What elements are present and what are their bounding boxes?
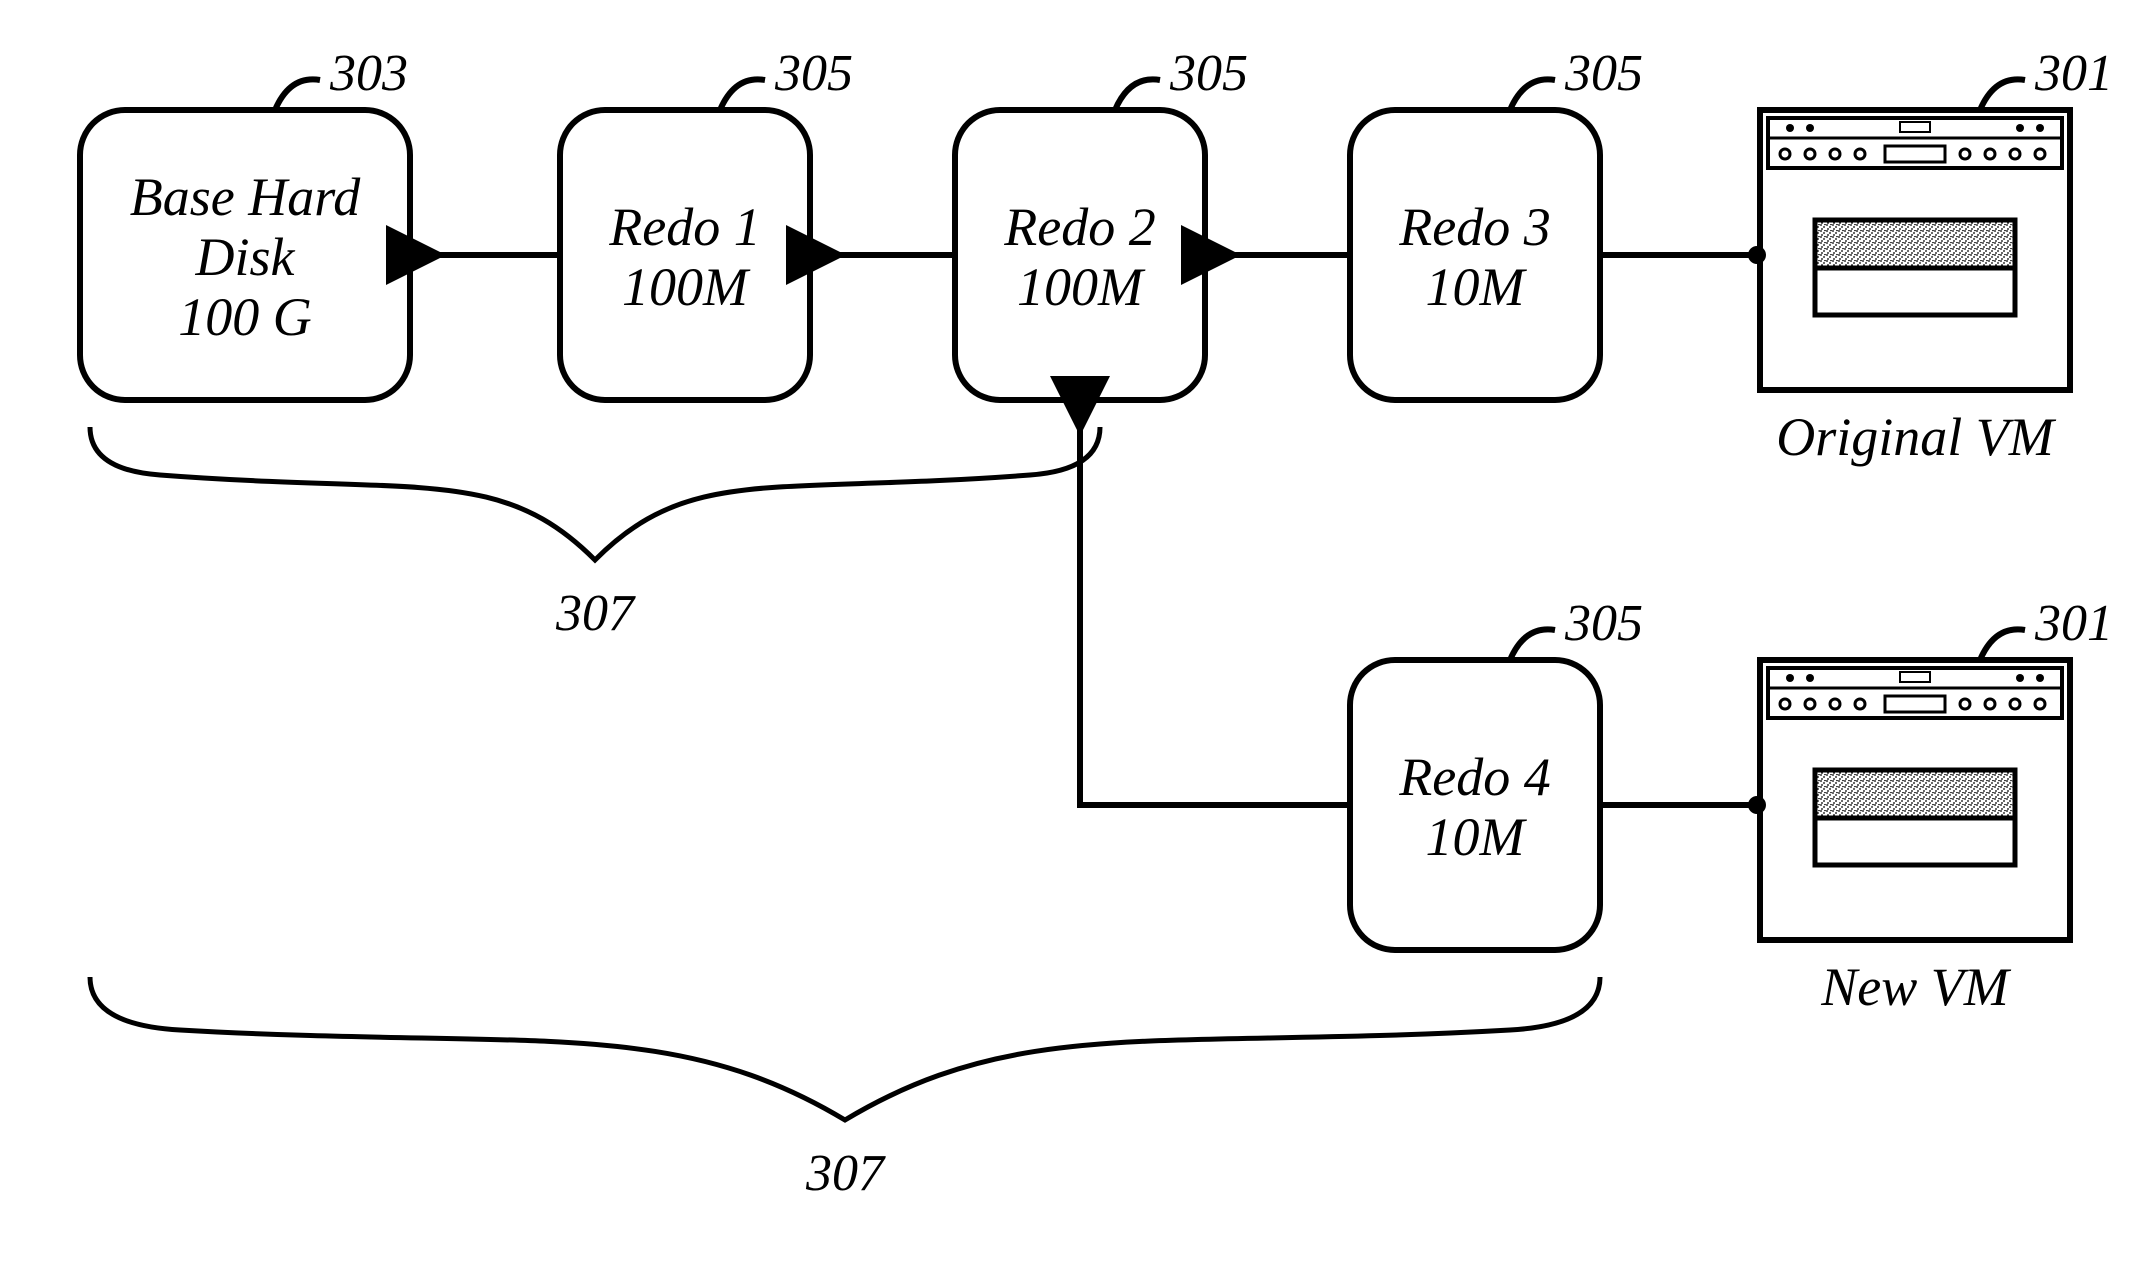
redo3-l2: 10M xyxy=(1426,257,1528,317)
ref-tick-305b xyxy=(1115,79,1160,110)
base-line3: 100 G xyxy=(178,287,312,347)
ref-307-b: 307 xyxy=(805,1145,886,1202)
brace-upper xyxy=(90,427,1100,560)
ref-tick-301b xyxy=(1980,629,2025,660)
redo3-node: Redo 3 10M xyxy=(1350,110,1600,400)
ref-tick-305c xyxy=(1510,79,1555,110)
ref-301-b: 301 xyxy=(2034,595,2113,652)
redo2-node: Redo 2 100M xyxy=(955,110,1205,400)
base-disk-node: Base Hard Disk 100 G xyxy=(80,110,410,400)
ref-tick-301a xyxy=(1980,79,2025,110)
junction-dot-a xyxy=(1748,246,1766,264)
new-vm-label: New VM xyxy=(1820,957,2011,1017)
redo1-l2: 100M xyxy=(622,257,751,317)
redo3-l1: Redo 3 xyxy=(1398,197,1550,257)
brace-lower xyxy=(90,977,1600,1120)
ref-303: 303 xyxy=(329,45,408,102)
ref-305-c: 305 xyxy=(1564,45,1643,102)
redo1-node: Redo 1 100M xyxy=(560,110,810,400)
base-line1: Base Hard xyxy=(130,167,361,227)
ref-305-a: 305 xyxy=(774,45,853,102)
ref-tick-305d xyxy=(1510,629,1555,660)
original-vm-icon xyxy=(1760,110,2070,390)
ref-tick-305a xyxy=(720,79,765,110)
redo1-l1: Redo 1 xyxy=(608,197,760,257)
original-vm-label: Original VM xyxy=(1776,407,2057,467)
arrow-r4-r2 xyxy=(1080,430,1350,805)
base-line2: Disk xyxy=(195,227,296,287)
redo4-l2: 10M xyxy=(1426,807,1528,867)
ref-305-d: 305 xyxy=(1564,595,1643,652)
redo4-l1: Redo 4 xyxy=(1398,747,1550,807)
new-vm-icon xyxy=(1760,660,2070,940)
redo2-l1: Redo 2 xyxy=(1003,197,1155,257)
ref-307-a: 307 xyxy=(555,585,636,642)
ref-301-a: 301 xyxy=(2034,45,2113,102)
ref-tick-303 xyxy=(275,79,320,110)
redo4-node: Redo 4 10M xyxy=(1350,660,1600,950)
junction-dot-b xyxy=(1748,796,1766,814)
ref-305-b: 305 xyxy=(1169,45,1248,102)
redo2-l2: 100M xyxy=(1017,257,1146,317)
